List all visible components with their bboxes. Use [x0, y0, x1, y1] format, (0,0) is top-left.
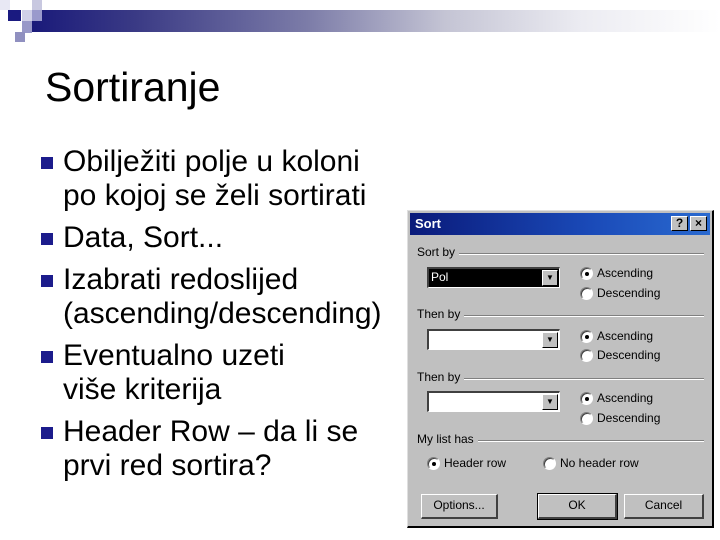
bullet-item: Izabrati redoslijed (ascending/descendin… [41, 263, 411, 331]
header-row-radio[interactable]: Header row [427, 456, 506, 470]
bullet-item: Eventualno uzeti više kriterija [41, 339, 411, 407]
sort-by-descending-radio[interactable]: Descending [580, 286, 660, 300]
radio-label: Descending [597, 286, 661, 300]
bullet-line: Header Row – da li se [63, 415, 359, 448]
sort-dialog: Sort ? × Sort by Pol ▼ Ascending Descend… [407, 210, 714, 528]
radio-selected-icon [427, 456, 440, 470]
radio-label: Ascending [597, 391, 654, 405]
decor-square [22, 10, 32, 21]
radio-label: Ascending [597, 329, 654, 343]
radio-selected-icon [580, 391, 593, 405]
slide-banner [0, 0, 720, 42]
then-by-2-descending-radio[interactable]: Descending [580, 411, 660, 425]
bullet-square-icon [41, 233, 53, 245]
sort-by-label: Sort by [417, 245, 460, 259]
help-button[interactable]: ? [671, 216, 688, 231]
decor-square [32, 10, 42, 21]
then-by-1-combo[interactable]: ▼ [427, 329, 560, 350]
no-header-row-radio[interactable]: No header row [543, 456, 639, 470]
radio-label: No header row [560, 456, 639, 470]
close-button[interactable]: × [690, 216, 707, 231]
group-divider [417, 253, 704, 255]
then-by-2-label: Then by [417, 370, 465, 384]
radio-label: Header row [444, 456, 507, 470]
radio-label: Ascending [597, 266, 654, 280]
radio-selected-icon [580, 329, 593, 343]
radio-unselected-icon [580, 286, 593, 300]
bullet-item: Header Row – da li se prvi red sortira? [41, 415, 411, 483]
dropdown-arrow-icon[interactable]: ▼ [542, 270, 558, 286]
then-by-1-label: Then by [417, 307, 465, 321]
decor-square [15, 32, 25, 42]
options-button[interactable]: Options... [421, 494, 498, 519]
cancel-button[interactable]: Cancel [624, 494, 704, 519]
then-by-2-ascending-radio[interactable]: Ascending [580, 391, 653, 405]
bullet-square-icon [41, 157, 53, 169]
bullet-line: po kojoj se želi sortirati [63, 179, 367, 212]
then-by-1-descending-radio[interactable]: Descending [580, 348, 660, 362]
bullet-line: Data, Sort... [63, 221, 224, 254]
bullet-square-icon [41, 275, 53, 287]
radio-unselected-icon [580, 411, 593, 425]
decor-square [8, 10, 21, 21]
decor-square [0, 0, 10, 10]
bullet-line: Obilježiti polje u koloni [63, 145, 360, 178]
dropdown-arrow-icon[interactable]: ▼ [542, 332, 558, 348]
decor-square [32, 0, 42, 10]
sort-by-value: Pol [431, 270, 449, 284]
radio-selected-icon [580, 266, 593, 280]
my-list-has-label: My list has [417, 432, 478, 446]
radio-unselected-icon [580, 348, 593, 362]
slide-title: Sortiranje [45, 64, 221, 110]
bullet-square-icon [41, 351, 53, 363]
dialog-title: Sort [415, 216, 441, 231]
dropdown-arrow-icon[interactable]: ▼ [542, 394, 558, 410]
bullet-line: (ascending/descending) [63, 297, 382, 330]
radio-label: Descending [597, 348, 661, 362]
banner-gradient-bar [32, 10, 720, 32]
then-by-1-ascending-radio[interactable]: Ascending [580, 329, 653, 343]
bullet-list: Obilježiti polje u koloni po kojoj se že… [41, 145, 411, 491]
then-by-2-combo[interactable]: ▼ [427, 391, 560, 412]
bullet-line: Izabrati redoslijed [63, 263, 299, 296]
bullet-line: više kriterija [63, 373, 222, 406]
radio-unselected-icon [543, 456, 556, 470]
radio-label: Descending [597, 411, 661, 425]
bullet-line: prvi red sortira? [63, 449, 272, 482]
sort-by-ascending-radio[interactable]: Ascending [580, 266, 653, 280]
sort-by-combo[interactable]: Pol ▼ [427, 267, 560, 288]
ok-button[interactable]: OK [537, 493, 618, 520]
dialog-title-bar[interactable]: Sort ? × [410, 213, 710, 235]
bullet-item: Obilježiti polje u koloni po kojoj se že… [41, 145, 411, 213]
bullet-item: Data, Sort... [41, 221, 411, 255]
bullet-line: Eventualno uzeti [63, 339, 285, 372]
bullet-square-icon [41, 427, 53, 439]
